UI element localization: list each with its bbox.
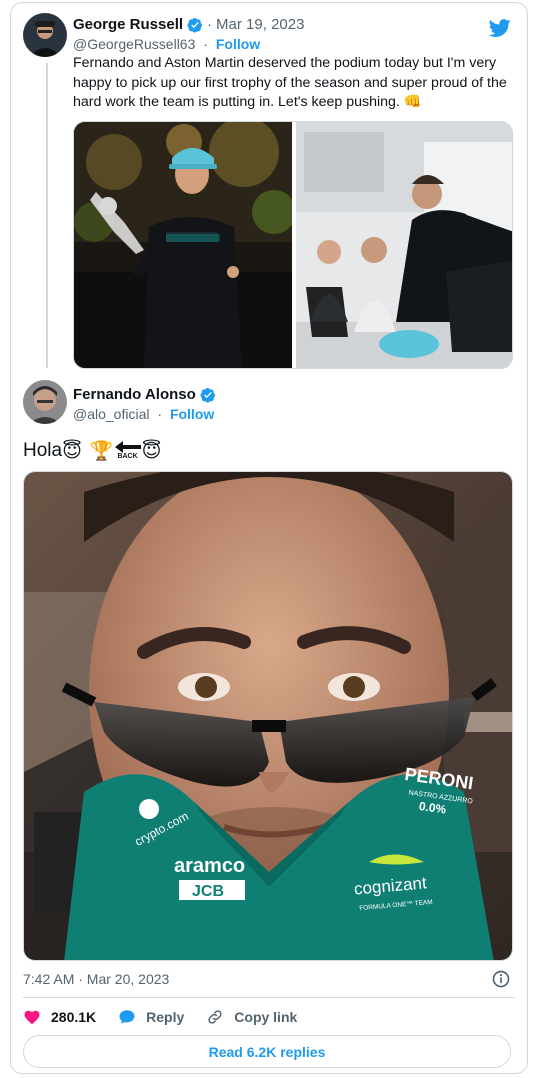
reply-button[interactable]: Reply [118, 1008, 184, 1026]
author-name[interactable]: George Russell [73, 16, 183, 33]
tweet2-text: Hola 😇 🏆 BACK 😇 [23, 439, 161, 463]
trophy-emoji: 🏆 [89, 441, 114, 462]
tweet-actions: 280.1K Reply Copy link [23, 1008, 319, 1026]
follow-button[interactable]: Follow [216, 36, 260, 52]
like-button[interactable]: 280.1K [23, 1008, 96, 1026]
tweet1-date[interactable]: Mar 19, 2023 [216, 16, 304, 33]
angel-emoji: 😇 [141, 440, 162, 462]
follow-button[interactable]: Follow [170, 406, 214, 422]
link-icon [208, 1010, 222, 1024]
back-arrow-emoji: BACK [114, 441, 141, 461]
jcb-logo: JCB [192, 883, 224, 900]
footer-divider [23, 997, 515, 998]
tweet-timestamp[interactable]: 7:42 AM · Mar 20, 2023 [23, 971, 169, 987]
back-label: BACK [117, 453, 138, 460]
separator-dot: · [207, 16, 213, 33]
verified-badge-icon [187, 17, 203, 33]
reply-label: Reply [146, 1009, 185, 1025]
tweet1-media-grid[interactable] [73, 121, 513, 369]
author-name[interactable]: Fernando Alonso [73, 386, 196, 403]
author-handle[interactable]: @GeorgeRussell63 [73, 36, 195, 52]
copy-link-label: Copy link [234, 1009, 298, 1025]
tweet2-media[interactable]: crypto.com aramco JCB PERONI NASTRO AZZU… [23, 471, 513, 961]
alonso-selfie-photo[interactable]: crypto.com aramco JCB PERONI NASTRO AZZU… [24, 472, 513, 961]
podium-trophy-photo[interactable] [74, 122, 296, 369]
info-icon[interactable] [491, 969, 511, 989]
george-russell-avatar[interactable] [23, 13, 67, 57]
copy-link-button[interactable]: Copy link [206, 1008, 297, 1026]
heart-icon [24, 1010, 40, 1025]
angel-emoji: 😇 [62, 440, 82, 462]
separator-dot: · [203, 36, 208, 52]
aramco-logo: aramco [174, 855, 245, 877]
tweet1-handle-row: @GeorgeRussell63 · Follow [73, 36, 260, 52]
author-handle[interactable]: @alo_oficial [73, 406, 149, 422]
tweet1-text: Fernando and Aston Martin deserved the p… [73, 55, 507, 110]
like-count: 280.1K [51, 1009, 97, 1025]
tweet2-author-row: Fernando Alonso [73, 386, 216, 403]
thread-connector-line [46, 63, 48, 368]
tweet1-author-row: George Russell · Mar 19, 2023 [73, 16, 304, 33]
garage-team-photo[interactable] [296, 122, 513, 369]
tweet-embed-card: George Russell · Mar 19, 2023 @GeorgeRus… [10, 2, 528, 1074]
twitter-bird-icon[interactable] [489, 17, 511, 39]
read-replies-button[interactable]: Read 6.2K replies [23, 1035, 511, 1068]
tweet2-handle-row: @alo_oficial · Follow [73, 406, 214, 422]
reply-bubble-icon [119, 1010, 135, 1024]
fernando-alonso-avatar[interactable] [23, 380, 67, 424]
tweet2-text-hola: Hola [23, 440, 63, 461]
verified-badge-icon [200, 387, 215, 403]
separator-dot: · [157, 406, 163, 422]
